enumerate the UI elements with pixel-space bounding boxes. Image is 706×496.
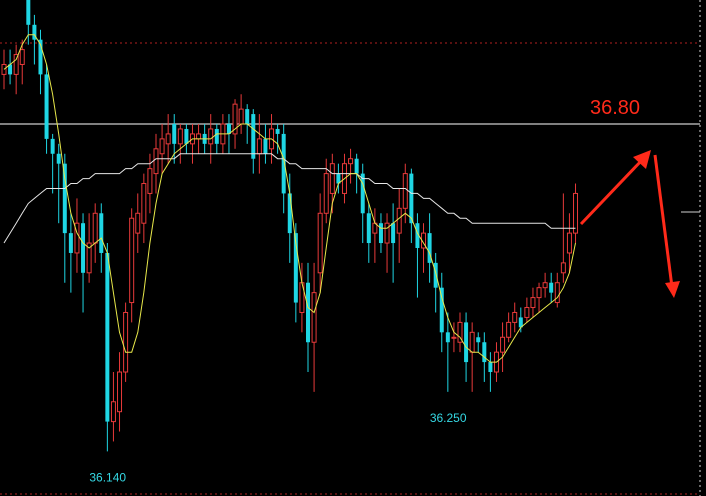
- candle-up: [196, 133, 202, 140]
- candle-up: [110, 401, 116, 423]
- candle-up: [500, 336, 506, 353]
- candle-up: [129, 217, 135, 304]
- candle-down: [214, 128, 219, 144]
- candle-up: [560, 262, 566, 274]
- candle-up: [524, 307, 530, 318]
- candle-down: [287, 193, 292, 234]
- candle-up: [329, 163, 335, 194]
- candle-up: [165, 133, 171, 145]
- candle-down: [378, 223, 383, 244]
- candle-down: [366, 213, 371, 244]
- candle-down: [549, 282, 554, 293]
- candle-up: [402, 173, 408, 209]
- candle-down: [245, 109, 250, 124]
- candle-up: [147, 168, 153, 194]
- candle-up: [123, 311, 129, 373]
- candle-up: [451, 336, 457, 339]
- candle-down: [81, 223, 86, 273]
- candle-down: [184, 128, 189, 144]
- candle-up: [323, 173, 329, 214]
- low-price-label: 36.140: [89, 470, 126, 484]
- candle-up: [135, 212, 141, 234]
- candle-down: [44, 74, 49, 139]
- candle-up: [566, 232, 572, 254]
- candle-up: [506, 321, 512, 338]
- candle-down: [439, 287, 444, 333]
- candle-up: [542, 282, 548, 289]
- candle-up: [153, 148, 159, 175]
- candle-down: [62, 163, 67, 234]
- candle-down: [172, 124, 177, 144]
- candle-up: [530, 297, 536, 309]
- candle-up: [13, 54, 19, 75]
- candle-down: [464, 322, 469, 363]
- candle-up: [348, 158, 354, 165]
- candle-up: [573, 192, 579, 234]
- candle-down: [482, 342, 487, 363]
- candle-down: [251, 114, 256, 159]
- candlestick-chart: 36.140 36.250 36.80: [0, 0, 706, 496]
- candle-down: [105, 252, 110, 422]
- candle-up: [384, 222, 390, 244]
- candle-up: [469, 331, 475, 353]
- candle-down: [26, 0, 31, 25]
- candle-up: [536, 287, 542, 299]
- candle-up: [238, 108, 244, 125]
- candle-up: [177, 128, 183, 145]
- candle-up: [159, 138, 165, 155]
- candle-up: [396, 207, 402, 234]
- candle-down: [68, 233, 73, 253]
- candle-up: [512, 311, 518, 323]
- candle-up: [141, 183, 147, 224]
- candle-down: [99, 213, 104, 253]
- candle-down: [263, 138, 268, 154]
- candle-down: [360, 173, 365, 214]
- candle-up: [311, 292, 317, 343]
- candle-up: [208, 128, 214, 145]
- candle-down: [275, 128, 280, 134]
- candle-up: [92, 212, 98, 244]
- low-price-label: 36.250: [430, 411, 467, 425]
- candle-up: [1, 63, 7, 75]
- candle-down: [409, 173, 414, 224]
- candle-down: [488, 362, 493, 372]
- candle-down: [476, 337, 481, 343]
- candle-up: [117, 371, 123, 413]
- candle-down: [50, 138, 55, 154]
- candle-up: [317, 212, 323, 274]
- target-price-label: 36.80: [590, 97, 640, 119]
- candle-up: [19, 49, 25, 65]
- candle-down: [56, 153, 61, 164]
- candle-down: [354, 158, 359, 174]
- candle-down: [445, 332, 450, 343]
- candle-up: [256, 138, 262, 155]
- candle-down: [306, 282, 310, 343]
- candle-up: [554, 282, 560, 304]
- candle-down: [391, 223, 396, 244]
